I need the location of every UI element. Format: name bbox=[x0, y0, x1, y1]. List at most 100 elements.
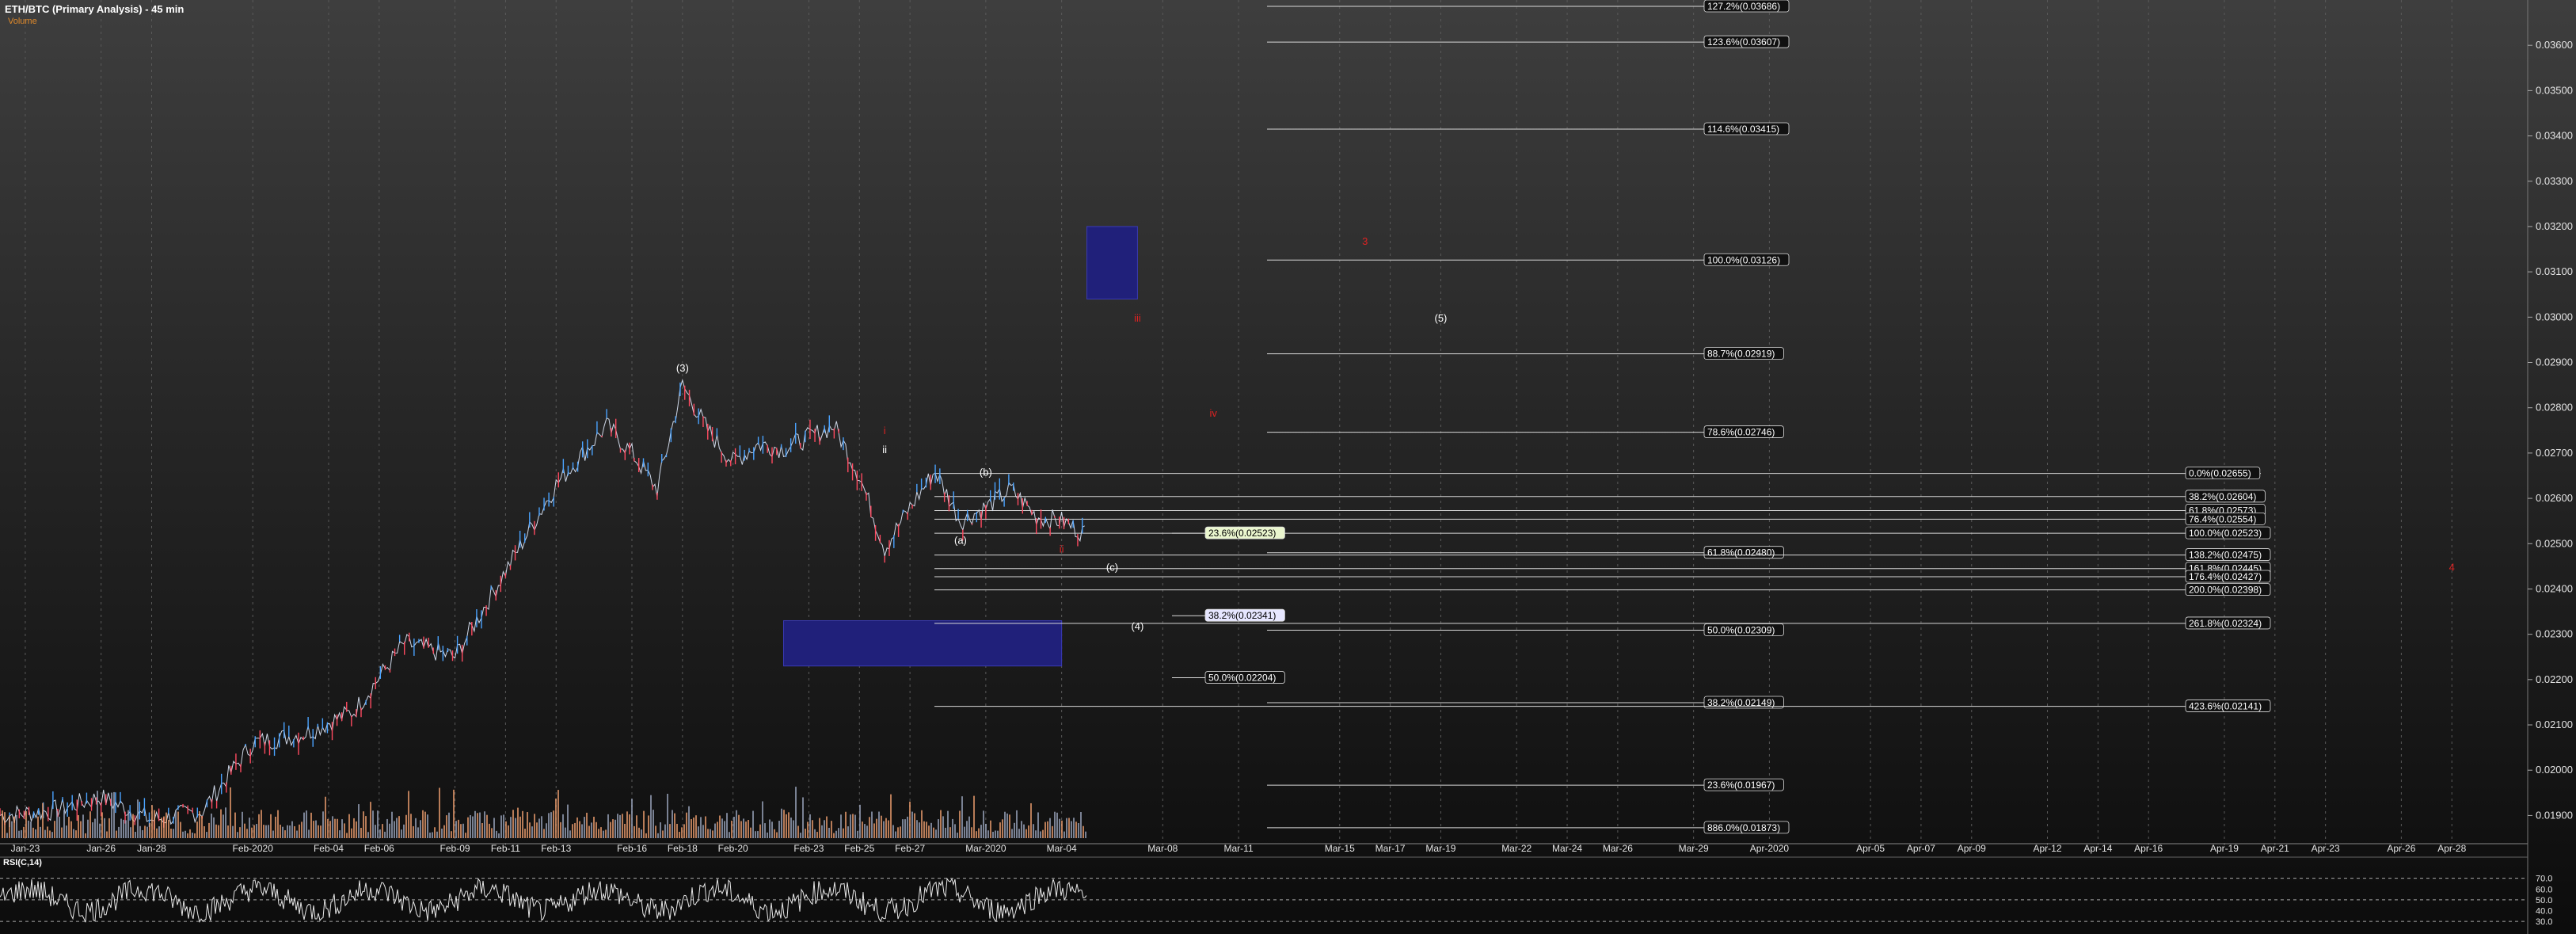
volume-bar bbox=[73, 829, 74, 838]
volume-bar bbox=[1061, 820, 1063, 838]
volume-bar bbox=[111, 792, 112, 838]
volume-bar bbox=[600, 827, 602, 838]
volume-bar bbox=[714, 823, 716, 838]
volume-bar bbox=[726, 813, 728, 838]
price-line bbox=[0, 378, 1085, 825]
wave-label: (5) bbox=[1434, 312, 1447, 324]
y-tick-label: 0.03000 bbox=[2536, 311, 2573, 322]
x-tick-label: Jan-28 bbox=[137, 843, 166, 854]
volume-bar bbox=[800, 833, 801, 838]
volume-bar bbox=[828, 827, 830, 838]
fib-level-right-label: 100.0%(0.02523) bbox=[2189, 528, 2262, 539]
volume-bar bbox=[591, 822, 592, 838]
volume-bar bbox=[705, 816, 706, 838]
y-tick-label: 0.01900 bbox=[2536, 809, 2573, 821]
volume-bar bbox=[615, 819, 616, 838]
volume-bar bbox=[710, 829, 711, 838]
volume-bar bbox=[1054, 811, 1056, 838]
volume-bar bbox=[769, 819, 771, 838]
volume-bar bbox=[1083, 825, 1084, 838]
volume-bar bbox=[702, 825, 704, 838]
volume-bar bbox=[795, 787, 797, 838]
volume-bar bbox=[843, 828, 844, 838]
volume-bar bbox=[565, 827, 566, 838]
volume-bar bbox=[1006, 813, 1008, 838]
volume-bar bbox=[87, 819, 89, 838]
y-tick-label: 0.02100 bbox=[2536, 719, 2573, 730]
volume-bar bbox=[161, 818, 162, 838]
volume-bar bbox=[125, 820, 127, 838]
volume-bar bbox=[42, 802, 44, 838]
x-tick-label: Feb-18 bbox=[668, 843, 698, 854]
volume-bar bbox=[28, 820, 29, 838]
volume-bar bbox=[16, 814, 17, 838]
volume-bar bbox=[634, 825, 635, 838]
volume-bar bbox=[237, 832, 238, 838]
volume-bar bbox=[833, 833, 835, 838]
fib-level-label: 50.0%(0.02309) bbox=[1707, 625, 1775, 636]
volume-bar bbox=[579, 821, 580, 838]
volume-bar bbox=[320, 825, 322, 838]
x-tick-label: Apr-2020 bbox=[1750, 843, 1790, 854]
x-tick-label: Mar-26 bbox=[1603, 843, 1633, 854]
volume-bar bbox=[272, 830, 274, 838]
x-tick-label: Apr-12 bbox=[2034, 843, 2062, 854]
volume-bar bbox=[859, 804, 861, 838]
fib-mid-label: 38.2%(0.02341) bbox=[1208, 610, 1276, 621]
volume-bar bbox=[391, 811, 393, 838]
volume-bar bbox=[108, 818, 110, 838]
volume-bar bbox=[983, 810, 984, 838]
volume-bar bbox=[356, 821, 357, 838]
volume-bar bbox=[80, 821, 82, 838]
volume-bar bbox=[672, 810, 673, 838]
volume-bar bbox=[192, 833, 193, 838]
volume-bar bbox=[686, 812, 687, 838]
volume-bar bbox=[907, 816, 908, 838]
volume-bar bbox=[878, 811, 880, 838]
volume-bar bbox=[976, 831, 977, 838]
volume-bar bbox=[664, 824, 666, 838]
volume-bar bbox=[493, 818, 495, 838]
volume-bar bbox=[396, 818, 398, 838]
volume-bar bbox=[553, 810, 554, 838]
volume-bar bbox=[479, 812, 481, 838]
volume-bar bbox=[232, 825, 234, 838]
rsi-tick-label: 40.0 bbox=[2536, 907, 2552, 917]
volume-bar bbox=[287, 825, 288, 838]
volume-bar bbox=[344, 823, 345, 838]
volume-bar bbox=[351, 828, 352, 838]
volume-bar bbox=[325, 796, 326, 838]
x-tick-label: Apr-19 bbox=[2210, 843, 2239, 854]
volume-bar bbox=[1016, 810, 1018, 838]
volume-bar bbox=[451, 831, 452, 838]
volume-bar bbox=[377, 810, 379, 838]
volume-bar bbox=[835, 830, 837, 838]
volume-bar bbox=[263, 825, 264, 838]
volume-bar bbox=[363, 811, 364, 838]
volume-bar bbox=[211, 813, 212, 838]
rsi-tick-label: 60.0 bbox=[2536, 885, 2552, 894]
volume-bar bbox=[595, 822, 597, 838]
volume-bar bbox=[477, 813, 478, 838]
volume-bar bbox=[82, 814, 84, 838]
volume-bar bbox=[971, 827, 972, 838]
volume-bar bbox=[367, 832, 369, 838]
volume-bar bbox=[118, 826, 120, 838]
volume-bar bbox=[816, 832, 818, 838]
volume-bar bbox=[130, 827, 131, 838]
y-tick-label: 0.03500 bbox=[2536, 84, 2573, 96]
volume-bar bbox=[239, 827, 241, 838]
volume-bar bbox=[489, 823, 490, 838]
volume-bar bbox=[132, 814, 134, 838]
volume-bar bbox=[712, 830, 713, 838]
volume-bar bbox=[4, 812, 6, 838]
volume-bar bbox=[857, 830, 858, 838]
volume-bar bbox=[441, 828, 443, 838]
volume-bar bbox=[845, 811, 847, 838]
volume-bar bbox=[622, 814, 623, 838]
wave-label: i bbox=[884, 425, 886, 437]
volume-bar bbox=[999, 822, 1001, 838]
volume-bar bbox=[68, 817, 70, 838]
volume-bar bbox=[365, 816, 367, 838]
volume-bar bbox=[104, 818, 105, 838]
